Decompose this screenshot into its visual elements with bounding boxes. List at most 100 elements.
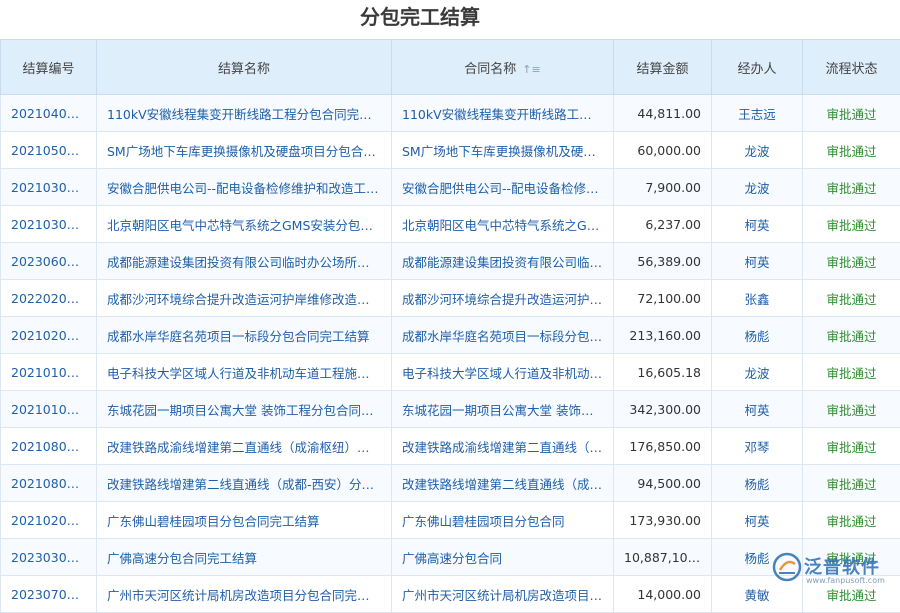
col-header-amount[interactable]: 结算金额 [614,40,712,95]
cell-amount: 56,389.00 [614,243,712,280]
cell-status: 审批通过 [803,95,900,132]
watermark-url: www.fanpusoft.com [806,576,885,585]
cell-settlement-name[interactable]: 110kV安徽线程集变开断线路工程分包合同完工结算 [97,95,392,132]
cell-contract-name[interactable]: 东城花园一期项目公寓大堂 装饰工程分包合同 [392,391,614,428]
table-row[interactable]: 2023030001广佛高速分包合同完工结算广佛高速分包合同10,887,100… [1,539,900,576]
cell-status: 审批通过 [803,391,900,428]
cell-settlement-code[interactable]: 2021010002 [1,354,97,391]
cell-contract-name[interactable]: 成都水岸华庭名苑项目一标段分包合同 [392,317,614,354]
cell-settlement-name[interactable]: 广州市天河区统计局机房改造项目分包合同完工结算 [97,576,392,613]
cell-amount: 213,160.00 [614,317,712,354]
cell-amount: 342,300.00 [614,391,712,428]
col-header-settlement-name[interactable]: 结算名称 [97,40,392,95]
cell-settlement-code[interactable]: 2022020001 [1,280,97,317]
cell-settlement-code[interactable]: 2021080002 [1,465,97,502]
cell-settlement-name[interactable]: 广东佛山碧桂园项目分包合同完工结算 [97,502,392,539]
cell-amount: 176,850.00 [614,428,712,465]
cell-settlement-code[interactable]: 2021030005 [1,206,97,243]
fanpu-logo-icon [772,552,802,582]
cell-status: 审批通过 [803,132,900,169]
table-row[interactable]: 2023060001成都能源建设集团投资有限公司临时办公场所装修完工结算成都能源… [1,243,900,280]
table-row[interactable]: 2021080001改建铁路成渝线增建第二直通线（成渝枢纽）分包完工结算改建铁路… [1,428,900,465]
table-row[interactable]: 2021040003110kV安徽线程集变开断线路工程分包合同完工结算110kV… [1,95,900,132]
cell-settlement-name[interactable]: 改建铁路成渝线增建第二直通线（成渝枢纽）分包完工结算 [97,428,392,465]
cell-operator: 龙波 [712,132,803,169]
cell-settlement-name[interactable]: SM广场地下车库更换摄像机及硬盘项目分包合同完工结算 [97,132,392,169]
cell-contract-name[interactable]: 成都沙河环境综合提升改造运河护岸维修改造 [392,280,614,317]
cell-operator: 邓琴 [712,428,803,465]
cell-settlement-code[interactable]: 2021040003 [1,95,97,132]
sort-icon[interactable]: ↑≡ [522,63,540,76]
cell-settlement-code[interactable]: 2021030004 [1,169,97,206]
table-row[interactable]: 2023070001广州市天河区统计局机房改造项目分包合同完工结算广州市天河区统… [1,576,900,613]
cell-amount: 16,605.18 [614,354,712,391]
col-header-operator[interactable]: 经办人 [712,40,803,95]
cell-contract-name[interactable]: 广佛高速分包合同 [392,539,614,576]
cell-settlement-name[interactable]: 安徽合肥供电公司--配电设备检修维护和改造工程完工结算 [97,169,392,206]
watermark: 泛普软件 www.fanpusoft.com [772,548,892,592]
cell-settlement-name[interactable]: 成都水岸华庭名苑项目一标段分包合同完工结算 [97,317,392,354]
cell-settlement-code[interactable]: 2023030001 [1,539,97,576]
page-title: 分包完工结算 [0,0,840,36]
cell-amount: 10,887,100.00 [614,539,712,576]
cell-operator: 柯英 [712,243,803,280]
cell-settlement-code[interactable]: 2021020003 [1,317,97,354]
cell-contract-name[interactable]: 安徽合肥供电公司--配电设备检修维护和改造工程 [392,169,614,206]
col-header-contract-name[interactable]: 合同名称 ↑≡ [392,40,614,95]
table-row[interactable]: 2022020001成都沙河环境综合提升改造运河护岸维修改造完工结算成都沙河环境… [1,280,900,317]
cell-settlement-name[interactable]: 广佛高速分包合同完工结算 [97,539,392,576]
cell-settlement-code[interactable]: 2021080001 [1,428,97,465]
cell-settlement-name[interactable]: 成都沙河环境综合提升改造运河护岸维修改造完工结算 [97,280,392,317]
cell-contract-name[interactable]: 电子科技大学区域人行道及非机动车道工程施工 [392,354,614,391]
cell-settlement-name[interactable]: 成都能源建设集团投资有限公司临时办公场所装修完工结算 [97,243,392,280]
table-row[interactable]: 2021080002改建铁路线增建第二线直通线（成都-西安）分包完工结算改建铁路… [1,465,900,502]
cell-settlement-code[interactable]: 2021050004 [1,132,97,169]
cell-operator: 龙波 [712,169,803,206]
table-row[interactable]: 2021010003东城花园一期项目公寓大堂 装饰工程分包合同完工结算东城花园一… [1,391,900,428]
table-row[interactable]: 2021030004安徽合肥供电公司--配电设备检修维护和改造工程完工结算安徽合… [1,169,900,206]
table-row[interactable]: 2021010002电子科技大学区域人行道及非机动车道工程施工完工结算电子科技大… [1,354,900,391]
cell-operator: 柯英 [712,391,803,428]
cell-amount: 14,000.00 [614,576,712,613]
cell-settlement-name[interactable]: 改建铁路线增建第二线直通线（成都-西安）分包完工结算 [97,465,392,502]
cell-contract-name[interactable]: 110kV安徽线程集变开断线路工程分包合同 [392,95,614,132]
table-row[interactable]: 2021050004SM广场地下车库更换摄像机及硬盘项目分包合同完工结算SM广场… [1,132,900,169]
cell-contract-name[interactable]: 广州市天河区统计局机房改造项目分包合同 [392,576,614,613]
col-header-status[interactable]: 流程状态 [803,40,900,95]
table-row[interactable]: 2021020003成都水岸华庭名苑项目一标段分包合同完工结算成都水岸华庭名苑项… [1,317,900,354]
cell-amount: 6,237.00 [614,206,712,243]
cell-status: 审批通过 [803,280,900,317]
cell-operator: 杨彪 [712,465,803,502]
cell-settlement-name[interactable]: 电子科技大学区域人行道及非机动车道工程施工完工结算 [97,354,392,391]
cell-status: 审批通过 [803,169,900,206]
cell-status: 审批通过 [803,243,900,280]
cell-contract-name[interactable]: SM广场地下车库更换摄像机及硬盘项目分包合同 [392,132,614,169]
table-row[interactable]: 2021030005北京朝阳区电气中芯特气系统之GMS安装分包合同完工结算北京朝… [1,206,900,243]
cell-settlement-name[interactable]: 东城花园一期项目公寓大堂 装饰工程分包合同完工结算 [97,391,392,428]
cell-status: 审批通过 [803,465,900,502]
cell-amount: 173,930.00 [614,502,712,539]
cell-contract-name[interactable]: 广东佛山碧桂园项目分包合同 [392,502,614,539]
table-row[interactable]: 2021020002广东佛山碧桂园项目分包合同完工结算广东佛山碧桂园项目分包合同… [1,502,900,539]
cell-status: 审批通过 [803,354,900,391]
cell-operator: 张鑫 [712,280,803,317]
cell-settlement-code[interactable]: 2021010003 [1,391,97,428]
cell-amount: 72,100.00 [614,280,712,317]
cell-operator: 柯英 [712,502,803,539]
col-header-code[interactable]: 结算编号 [1,40,97,95]
col-header-contract-name-label: 合同名称 [464,62,516,77]
settlement-table: 结算编号 结算名称 合同名称 ↑≡ 结算金额 经办人 流程状态 202104000… [0,39,900,613]
cell-amount: 60,000.00 [614,132,712,169]
cell-settlement-name[interactable]: 北京朝阳区电气中芯特气系统之GMS安装分包合同完工结算 [97,206,392,243]
cell-settlement-code[interactable]: 2023070001 [1,576,97,613]
cell-contract-name[interactable]: 改建铁路线增建第二线直通线（成都-西安） [392,465,614,502]
cell-contract-name[interactable]: 成都能源建设集团投资有限公司临时办公场所装修 [392,243,614,280]
cell-contract-name[interactable]: 改建铁路成渝线增建第二直通线（成渝枢纽） [392,428,614,465]
cell-operator: 柯英 [712,206,803,243]
cell-operator: 王志远 [712,95,803,132]
cell-status: 审批通过 [803,206,900,243]
cell-operator: 龙波 [712,354,803,391]
cell-contract-name[interactable]: 北京朝阳区电气中芯特气系统之GMS安装分包合同 [392,206,614,243]
cell-settlement-code[interactable]: 2023060001 [1,243,97,280]
cell-settlement-code[interactable]: 2021020002 [1,502,97,539]
